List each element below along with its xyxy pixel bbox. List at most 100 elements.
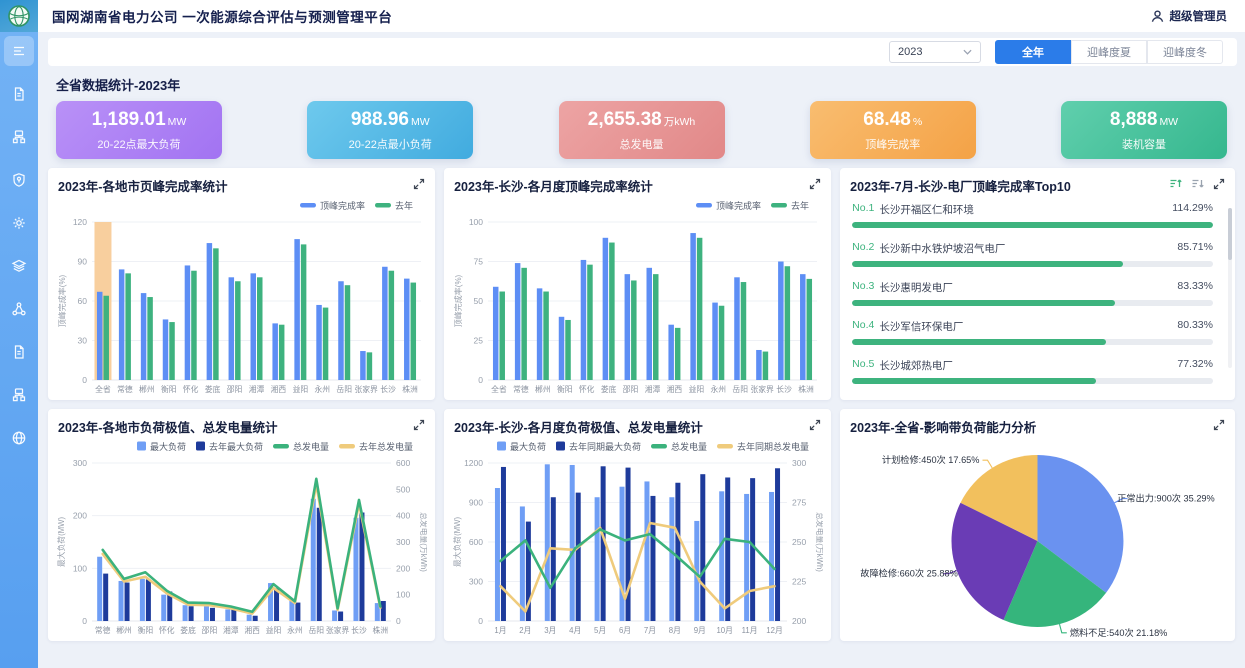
legend-item[interactable]: 顶峰完成率 bbox=[696, 200, 761, 211]
svg-text:600: 600 bbox=[469, 537, 483, 547]
svg-text:75: 75 bbox=[474, 257, 484, 267]
scrollbar[interactable] bbox=[1228, 208, 1232, 368]
bar bbox=[382, 267, 388, 380]
legend-item[interactable]: 去年 bbox=[771, 200, 809, 211]
shield-icon bbox=[11, 172, 27, 188]
rank-number: No.3 bbox=[852, 280, 874, 295]
svg-text:故障检修:660次 25.88%: 故障检修:660次 25.88% bbox=[860, 568, 958, 579]
rank-number: No.4 bbox=[852, 319, 874, 334]
rank-number: No.2 bbox=[852, 241, 874, 256]
sidebar-item-document[interactable] bbox=[4, 79, 34, 109]
svg-text:50: 50 bbox=[474, 296, 484, 306]
sidebar-item-org-chart-2[interactable] bbox=[4, 380, 34, 410]
bar bbox=[515, 263, 521, 380]
panel-city-load-generation: 2023年-各地市负荷极值、总发电量统计 最大负荷去年最大负荷总发电量去年总发电… bbox=[48, 409, 435, 641]
expand-icon[interactable] bbox=[1213, 177, 1225, 195]
bar bbox=[559, 317, 565, 380]
sidebar-item-menu[interactable] bbox=[4, 36, 34, 66]
legend-item[interactable]: 最大负荷 bbox=[137, 441, 186, 452]
period-tab-group: 全年 迎峰度夏 迎峰度冬 bbox=[995, 40, 1223, 64]
main-content: 2023 全年 迎峰度夏 迎峰度冬 全省数据统计-2023年 1,189.01M… bbox=[38, 32, 1245, 668]
completion-percent: 83.33% bbox=[1177, 280, 1213, 295]
svg-text:4月: 4月 bbox=[569, 626, 581, 635]
bar bbox=[316, 305, 322, 380]
bar bbox=[697, 238, 703, 380]
plant-name: 长沙开福区仁和环境 bbox=[879, 202, 974, 217]
progress-track bbox=[852, 222, 1213, 228]
legend-item[interactable]: 去年同期总发电量 bbox=[717, 441, 809, 452]
sidebar-item-org-chart[interactable] bbox=[4, 122, 34, 152]
bar bbox=[744, 494, 749, 621]
year-select[interactable]: 2023 bbox=[889, 41, 981, 63]
sort-ascending-icon[interactable] bbox=[1169, 177, 1182, 195]
tab-winter-peak[interactable]: 迎峰度冬 bbox=[1147, 40, 1223, 64]
svg-text:永州: 永州 bbox=[711, 384, 727, 394]
legend-item[interactable]: 去年 bbox=[375, 200, 413, 211]
bar bbox=[565, 320, 571, 380]
year-select-value: 2023 bbox=[898, 46, 922, 58]
svg-text:娄底: 娄底 bbox=[205, 384, 221, 394]
bar bbox=[769, 492, 774, 621]
legend-item[interactable]: 顶峰完成率 bbox=[300, 200, 365, 211]
bar bbox=[493, 287, 499, 380]
sidebar-item-layers[interactable] bbox=[4, 251, 34, 281]
bar bbox=[800, 274, 806, 380]
svg-text:90: 90 bbox=[78, 257, 88, 267]
bar bbox=[675, 328, 681, 380]
expand-icon[interactable] bbox=[413, 418, 425, 436]
bar bbox=[272, 323, 278, 380]
tab-full-year[interactable]: 全年 bbox=[995, 40, 1071, 64]
user-name: 超级管理员 bbox=[1170, 8, 1228, 24]
svg-text:正常出力:900次 35.29%: 正常出力:900次 35.29% bbox=[1117, 493, 1215, 504]
bar bbox=[317, 508, 322, 621]
expand-icon[interactable] bbox=[809, 418, 821, 436]
svg-text:益阳: 益阳 bbox=[266, 625, 282, 635]
legend-item[interactable]: 去年总发电量 bbox=[339, 441, 413, 452]
svg-text:2月: 2月 bbox=[519, 626, 531, 635]
sidebar-item-share-nodes[interactable] bbox=[4, 294, 34, 324]
panel-title: 2023年-7月-长沙-电厂顶峰完成率Top10 bbox=[850, 176, 1071, 195]
svg-text:怀化: 怀化 bbox=[579, 384, 595, 394]
svg-text:株洲: 株洲 bbox=[373, 625, 389, 635]
legend-item[interactable]: 总发电量 bbox=[651, 441, 707, 452]
plant-name: 长沙城郊热电厂 bbox=[879, 358, 953, 373]
svg-text:600: 600 bbox=[396, 458, 410, 468]
svg-text:300: 300 bbox=[73, 458, 87, 468]
ranking-row: No.2 长沙新中水铁炉坡沼气电厂 85.71% bbox=[852, 241, 1213, 267]
legend-item[interactable]: 去年同期最大负荷 bbox=[556, 441, 641, 452]
svg-text:常德: 常德 bbox=[513, 384, 529, 394]
kpi-card-min-load: 988.96MW 20-22点最小负荷 bbox=[307, 101, 473, 159]
sidebar-item-document-2[interactable] bbox=[4, 337, 34, 367]
expand-icon[interactable] bbox=[1213, 418, 1225, 436]
bar bbox=[537, 288, 543, 380]
legend-marker bbox=[273, 444, 289, 449]
sidebar-item-shield[interactable] bbox=[4, 165, 34, 195]
scrollbar-thumb[interactable] bbox=[1228, 208, 1232, 260]
svg-text:益阳: 益阳 bbox=[293, 384, 309, 394]
org-chart-icon bbox=[11, 129, 27, 145]
legend-marker bbox=[339, 444, 355, 449]
progress-fill bbox=[852, 261, 1123, 267]
kpi-unit: MW bbox=[411, 116, 430, 128]
bar bbox=[169, 322, 175, 380]
kpi-value: 8,888 bbox=[1110, 109, 1158, 130]
svg-text:岳阳: 岳阳 bbox=[733, 384, 749, 394]
expand-icon[interactable] bbox=[413, 177, 425, 195]
bar bbox=[675, 483, 680, 621]
sidebar-item-gear[interactable] bbox=[4, 208, 34, 238]
sidebar-item-globe[interactable] bbox=[4, 423, 34, 453]
legend-item[interactable]: 最大负荷 bbox=[497, 441, 546, 452]
sort-descending-icon[interactable] bbox=[1191, 177, 1204, 195]
svg-text:总发电量(万kWh): 总发电量(万kWh) bbox=[815, 512, 823, 572]
tab-summer-peak[interactable]: 迎峰度夏 bbox=[1071, 40, 1147, 64]
expand-icon[interactable] bbox=[809, 177, 821, 195]
svg-text:郴州: 郴州 bbox=[535, 385, 551, 394]
legend-item[interactable]: 总发电量 bbox=[273, 441, 329, 452]
svg-text:衡阳: 衡阳 bbox=[161, 384, 177, 394]
bar bbox=[620, 487, 625, 621]
svg-text:湘西: 湘西 bbox=[271, 384, 287, 394]
bar bbox=[734, 277, 740, 380]
legend-item[interactable]: 去年最大负荷 bbox=[196, 441, 263, 452]
svg-text:岳阳: 岳阳 bbox=[308, 625, 324, 635]
user-menu[interactable]: 超级管理员 bbox=[1150, 8, 1228, 24]
